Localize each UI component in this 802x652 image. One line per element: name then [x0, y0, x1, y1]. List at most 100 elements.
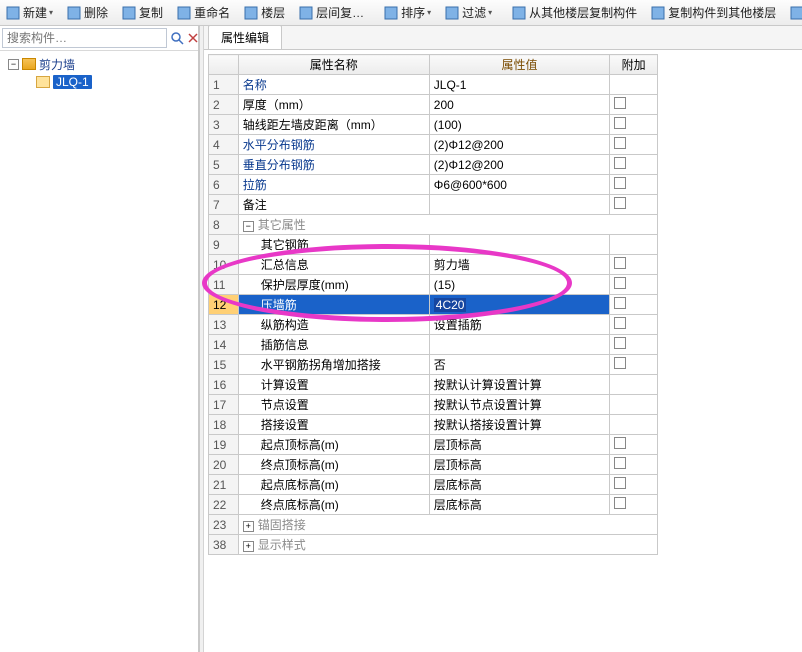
- checkbox-icon[interactable]: [614, 117, 626, 129]
- toolbar-to-button[interactable]: 复制构件到其他楼层: [647, 2, 780, 23]
- toolbar-layer2-button[interactable]: 层间复…: [295, 2, 368, 23]
- grid-row[interactable]: 14插筋信息: [209, 335, 658, 355]
- toolbar-sort-button[interactable]: 排序▾: [380, 2, 435, 23]
- grid-row[interactable]: 1名称JLQ-1: [209, 75, 658, 95]
- tab-property-edit[interactable]: 属性编辑: [208, 26, 282, 49]
- prop-value-cell[interactable]: (2)Φ12@200: [429, 155, 609, 175]
- collapse-icon[interactable]: −: [8, 59, 19, 70]
- prop-extra-cell[interactable]: [610, 155, 658, 175]
- checkbox-icon[interactable]: [614, 297, 626, 309]
- prop-name-cell[interactable]: 起点底标高(m): [238, 475, 429, 495]
- grid-row[interactable]: 4水平分布钢筋(2)Φ12@200: [209, 135, 658, 155]
- toolbar-ren-button[interactable]: 重命名: [173, 2, 234, 23]
- prop-value-cell[interactable]: [429, 235, 609, 255]
- prop-value-cell[interactable]: 否: [429, 355, 609, 375]
- prop-extra-cell[interactable]: [610, 335, 658, 355]
- toolbar-new-button[interactable]: 新建▾: [2, 2, 57, 23]
- toolbar-del-button[interactable]: 删除: [63, 2, 112, 23]
- grid-row[interactable]: 2厚度（mm）200: [209, 95, 658, 115]
- prop-extra-cell[interactable]: [610, 315, 658, 335]
- prop-name-cell[interactable]: 水平分布钢筋: [238, 135, 429, 155]
- prop-value-cell[interactable]: 设置插筋: [429, 315, 609, 335]
- grid-row[interactable]: 17节点设置按默认节点设置计算: [209, 395, 658, 415]
- checkbox-icon[interactable]: [614, 277, 626, 289]
- grid-row[interactable]: 5垂直分布钢筋(2)Φ12@200: [209, 155, 658, 175]
- prop-name-cell[interactable]: 备注: [238, 195, 429, 215]
- tree-root-shearwall[interactable]: − 剪力墙: [2, 55, 196, 73]
- prop-name-cell[interactable]: 压墙筋: [238, 295, 429, 315]
- grid-row[interactable]: 10汇总信息剪力墙: [209, 255, 658, 275]
- grid-row[interactable]: 3轴线距左墙皮距离（mm）(100): [209, 115, 658, 135]
- prop-extra-cell[interactable]: [610, 415, 658, 435]
- expand-icon[interactable]: +: [243, 541, 254, 552]
- prop-name-cell[interactable]: 名称: [238, 75, 429, 95]
- checkbox-icon[interactable]: [614, 197, 626, 209]
- prop-name-cell[interactable]: 终点底标高(m): [238, 495, 429, 515]
- prop-extra-cell[interactable]: [610, 295, 658, 315]
- grid-row[interactable]: 19起点顶标高(m)层顶标高: [209, 435, 658, 455]
- prop-extra-cell[interactable]: [610, 275, 658, 295]
- search-input[interactable]: [2, 28, 167, 48]
- prop-name-cell[interactable]: 水平钢筋拐角增加搭接: [238, 355, 429, 375]
- prop-value-cell[interactable]: (2)Φ12@200: [429, 135, 609, 155]
- group-header[interactable]: +显示样式: [238, 535, 657, 555]
- prop-value-cell[interactable]: (15): [429, 275, 609, 295]
- property-grid[interactable]: 属性名称 属性值 附加 1名称JLQ-12厚度（mm）2003轴线距左墙皮距离（…: [208, 54, 658, 555]
- grid-row[interactable]: 18搭接设置按默认搭接设置计算: [209, 415, 658, 435]
- prop-value-cell[interactable]: 剪力墙: [429, 255, 609, 275]
- search-exec-button[interactable]: [170, 28, 184, 48]
- checkbox-icon[interactable]: [614, 157, 626, 169]
- prop-name-cell[interactable]: 计算设置: [238, 375, 429, 395]
- checkbox-icon[interactable]: [614, 457, 626, 469]
- prop-name-cell[interactable]: 拉筋: [238, 175, 429, 195]
- checkbox-icon[interactable]: [614, 437, 626, 449]
- prop-extra-cell[interactable]: [610, 495, 658, 515]
- prop-value-cell[interactable]: 按默认搭接设置计算: [429, 415, 609, 435]
- toolbar-from-button[interactable]: 从其他楼层复制构件: [508, 2, 641, 23]
- prop-extra-cell[interactable]: [610, 135, 658, 155]
- prop-extra-cell[interactable]: [610, 355, 658, 375]
- grid-row[interactable]: 6拉筋Φ6@600*600: [209, 175, 658, 195]
- checkbox-icon[interactable]: [614, 177, 626, 189]
- grid-row[interactable]: 22终点底标高(m)层底标高: [209, 495, 658, 515]
- prop-value-cell[interactable]: 4C20: [429, 295, 609, 315]
- prop-extra-cell[interactable]: [610, 455, 658, 475]
- checkbox-icon[interactable]: [614, 137, 626, 149]
- grid-row[interactable]: 16计算设置按默认计算设置计算: [209, 375, 658, 395]
- prop-extra-cell[interactable]: [610, 475, 658, 495]
- prop-name-cell[interactable]: 厚度（mm）: [238, 95, 429, 115]
- grid-row[interactable]: 13纵筋构造设置插筋: [209, 315, 658, 335]
- prop-name-cell[interactable]: 搭接设置: [238, 415, 429, 435]
- group-header[interactable]: +锚固搭接: [238, 515, 657, 535]
- grid-row[interactable]: 23+锚固搭接: [209, 515, 658, 535]
- prop-value-cell[interactable]: 层顶标高: [429, 435, 609, 455]
- checkbox-icon[interactable]: [614, 497, 626, 509]
- search-clear-button[interactable]: [187, 28, 199, 48]
- grid-row[interactable]: 12压墙筋4C20: [209, 295, 658, 315]
- prop-name-cell[interactable]: 垂直分布钢筋: [238, 155, 429, 175]
- prop-value-cell[interactable]: [429, 195, 609, 215]
- prop-extra-cell[interactable]: [610, 435, 658, 455]
- prop-value-cell[interactable]: 200: [429, 95, 609, 115]
- prop-value-cell[interactable]: [429, 335, 609, 355]
- checkbox-icon[interactable]: [614, 257, 626, 269]
- checkbox-icon[interactable]: [614, 477, 626, 489]
- prop-extra-cell[interactable]: [610, 175, 658, 195]
- toolbar-copy-button[interactable]: 复制: [118, 2, 167, 23]
- grid-row[interactable]: 38+显示样式: [209, 535, 658, 555]
- prop-value-cell[interactable]: 按默认节点设置计算: [429, 395, 609, 415]
- grid-row[interactable]: 21起点底标高(m)层底标高: [209, 475, 658, 495]
- checkbox-icon[interactable]: [614, 97, 626, 109]
- prop-value-cell[interactable]: 层顶标高: [429, 455, 609, 475]
- prop-name-cell[interactable]: 插筋信息: [238, 335, 429, 355]
- prop-value-cell[interactable]: 按默认计算设置计算: [429, 375, 609, 395]
- grid-row[interactable]: 11保护层厚度(mm)(15): [209, 275, 658, 295]
- prop-name-cell[interactable]: 保护层厚度(mm): [238, 275, 429, 295]
- prop-value-cell[interactable]: JLQ-1: [429, 75, 609, 95]
- collapse-icon[interactable]: −: [243, 221, 254, 232]
- toolbar-layer-button[interactable]: 楼层: [240, 2, 289, 23]
- toolbar-filter-button[interactable]: 过滤▾: [441, 2, 496, 23]
- group-header[interactable]: −其它属性: [238, 215, 657, 235]
- prop-name-cell[interactable]: 汇总信息: [238, 255, 429, 275]
- prop-name-cell[interactable]: 轴线距左墙皮距离（mm）: [238, 115, 429, 135]
